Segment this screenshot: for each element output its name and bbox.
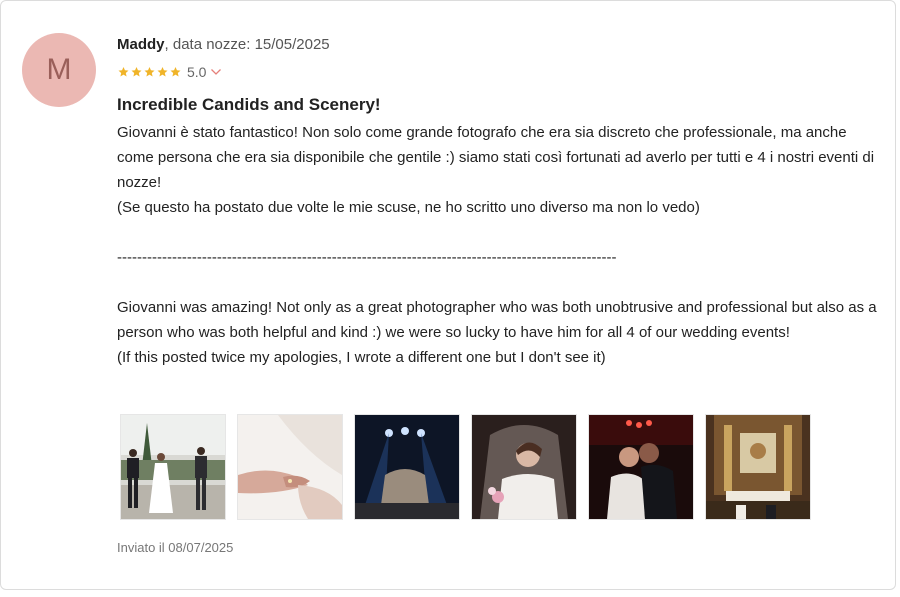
sent-date: Inviato il 08/07/2025 xyxy=(117,540,234,555)
photo-thumbnail[interactable] xyxy=(237,414,343,520)
photo-thumbnail[interactable] xyxy=(120,414,226,520)
photo-thumbnail[interactable] xyxy=(354,414,460,520)
photo-thumbnail[interactable] xyxy=(471,414,577,520)
photo-thumbnail[interactable] xyxy=(588,414,694,520)
review-content: Maddy, data nozze: 15/05/2025 5.0 Incred… xyxy=(117,35,877,370)
review-text-it-paragraph: Giovanni è stato fantastico! Non solo co… xyxy=(117,124,875,191)
review-separator: ----------------------------------------… xyxy=(117,249,617,266)
wedding-date: , data nozze: 15/05/2025 xyxy=(164,36,330,53)
review-text-en-paragraph: Giovanni was amazing! Not only as a grea… xyxy=(117,299,877,341)
photo-thumbnail[interactable] xyxy=(705,414,811,520)
rating-value: 5.0 xyxy=(187,64,207,80)
star-icon xyxy=(131,67,142,77)
review-title: Incredible Candids and Scenery! xyxy=(117,95,381,114)
author-name: Maddy xyxy=(117,36,165,53)
review-body: Giovanni è stato fantastico! Non solo co… xyxy=(117,120,877,370)
rating-row[interactable]: 5.0 xyxy=(117,64,877,80)
avatar: M xyxy=(22,33,96,107)
review-photos xyxy=(120,414,811,520)
star-icon xyxy=(170,67,181,77)
review-card: M Maddy, data nozze: 15/05/2025 5.0 Incr… xyxy=(0,0,896,590)
chevron-down-icon[interactable] xyxy=(210,67,222,77)
review-text-en-note: (If this posted twice my apologies, I wr… xyxy=(117,349,606,366)
avatar-initial: M xyxy=(46,53,72,86)
star-icon xyxy=(144,67,155,77)
author-line: Maddy, data nozze: 15/05/2025 xyxy=(117,35,877,57)
star-icon xyxy=(157,67,168,77)
review-text-it-note: (Se questo ha postato due volte le mie s… xyxy=(117,199,700,216)
star-icon xyxy=(118,67,129,77)
rating-stars xyxy=(117,66,182,78)
